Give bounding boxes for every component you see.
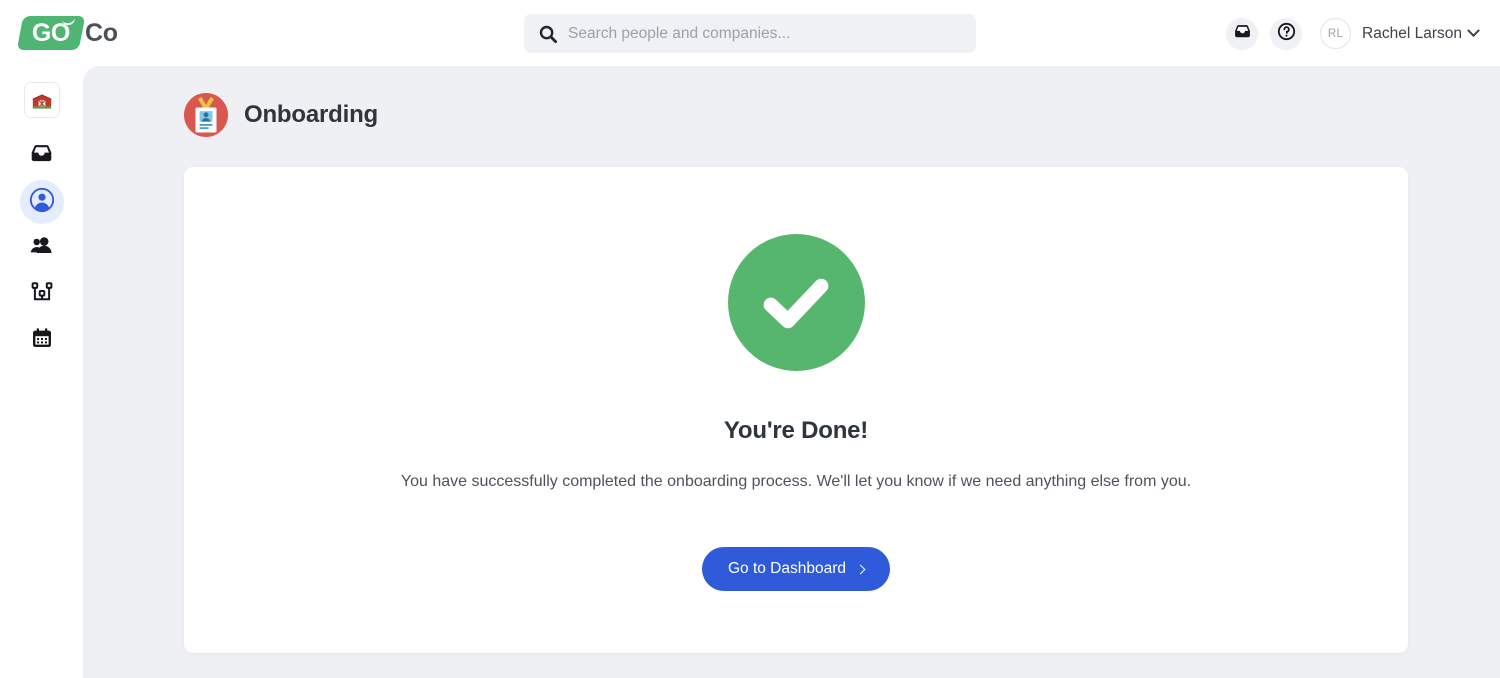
main-content-area: Onboarding You're Done! You have success… (83, 66, 1500, 678)
inbox-icon (1233, 22, 1252, 46)
search-bar[interactable] (524, 14, 976, 53)
goco-logo[interactable]: GO Co (16, 14, 118, 52)
onboarding-complete-card: You're Done! You have successfully compl… (184, 167, 1408, 653)
search-icon (538, 24, 558, 44)
avatar[interactable]: RL (1320, 18, 1352, 49)
logo-secondary-label: Co (85, 18, 118, 47)
sidebar-item-orgchart[interactable] (20, 272, 64, 316)
user-menu[interactable]: Rachel Larson (1362, 24, 1480, 43)
help-button[interactable] (1270, 17, 1303, 50)
help-circle-icon (1277, 22, 1296, 46)
top-navigation-bar: GO Co Search people and companies... RL … (0, 0, 1500, 66)
people-icon (29, 233, 54, 263)
sidebar-item-profile[interactable] (19, 180, 64, 224)
barn-icon (23, 82, 60, 118)
sidebar-item-team[interactable] (20, 226, 64, 270)
success-heading: You're Done! (723, 417, 869, 444)
go-to-dashboard-label: Go to Dashboard (727, 560, 847, 577)
id-badge-icon (184, 93, 228, 137)
page-title: Onboarding (244, 101, 378, 128)
sidebar-item-inbox[interactable] (20, 134, 64, 178)
go-to-dashboard-button[interactable]: Go to Dashboard (701, 547, 891, 591)
user-name-label: Rachel Larson (1362, 24, 1462, 42)
check-circle-icon (727, 234, 865, 371)
calendar-icon (30, 326, 54, 355)
org-chart-icon (30, 280, 54, 309)
sidebar-item-company[interactable] (20, 78, 64, 122)
inbox-button[interactable] (1226, 17, 1259, 50)
logo-mark: GO (16, 16, 86, 50)
chevron-right-icon (855, 564, 866, 574)
page-header: Onboarding (184, 93, 378, 137)
inbox-icon (29, 141, 54, 171)
top-bar-actions: RL Rachel Larson (1214, 14, 1480, 53)
sidebar-navigation (0, 66, 83, 678)
sidebar-item-calendar[interactable] (20, 318, 64, 362)
person-circle-icon (29, 187, 55, 218)
avatar-initials: RL (1327, 27, 1344, 40)
search-input[interactable] (568, 24, 962, 43)
success-description: You have successfully completed the onbo… (400, 473, 1192, 490)
chevron-down-icon (1467, 24, 1480, 38)
